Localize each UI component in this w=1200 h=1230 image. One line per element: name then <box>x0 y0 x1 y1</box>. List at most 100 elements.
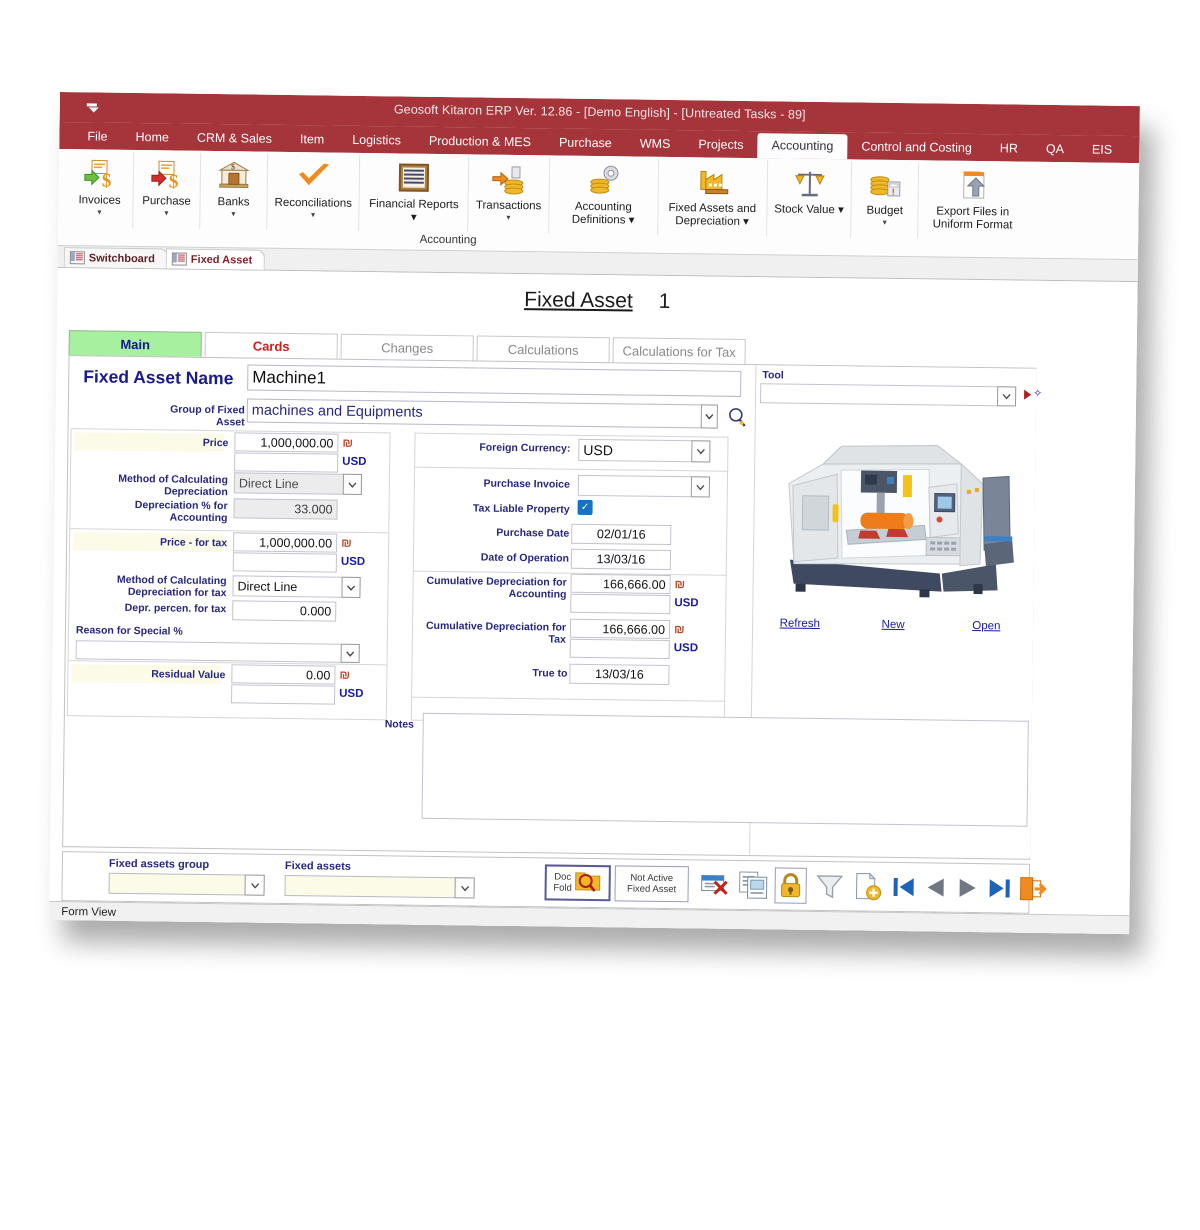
ribbon-tab-production-mes[interactable]: Production & MES <box>415 129 545 156</box>
first-record-icon[interactable] <box>888 869 918 905</box>
ribbon-tab-home[interactable]: Home <box>121 125 183 151</box>
foreign-currency-value: USD <box>583 441 614 459</box>
filter-icon[interactable] <box>812 868 846 904</box>
ribbon-tab-logistics[interactable]: Logistics <box>338 128 415 154</box>
purchase-date-input[interactable]: 02/01/16 <box>571 523 672 546</box>
fixed-assets-group-label: Fixed assets group <box>108 857 210 872</box>
fixed-assets-select[interactable] <box>284 875 475 899</box>
date-of-operation-input[interactable]: 13/03/16 <box>570 548 672 571</box>
ribbon-tab-control-costing[interactable]: Control and Costing <box>847 134 986 161</box>
not-active-label: Not Active Fixed Asset <box>626 872 677 896</box>
cum-depr-tax-fx-input[interactable] <box>569 638 670 660</box>
chevron-down-icon[interactable] <box>244 874 265 896</box>
chevron-down-icon[interactable]: ▾ <box>883 217 887 226</box>
residual-value-fx-currency: USD <box>339 687 364 701</box>
cum-depr-tax-input[interactable]: 166,666.00 <box>569 618 671 640</box>
ribbon-button-transactions[interactable]: Transactions ▾ <box>468 156 550 234</box>
tool-select[interactable] <box>759 383 1017 407</box>
chevron-down-icon[interactable]: ▾ <box>97 207 101 216</box>
next-record-icon[interactable] <box>952 870 982 906</box>
cum-depr-accounting-input[interactable]: 166,666.00 <box>570 573 671 595</box>
group-of-fixed-asset-input[interactable]: machines and Equipments <box>246 398 717 429</box>
residual-value-fx-input[interactable] <box>231 684 336 705</box>
chevron-down-icon[interactable] <box>454 877 475 899</box>
method-depreciation-select[interactable]: Direct Line <box>233 472 363 495</box>
open-link[interactable]: Open <box>940 620 1033 633</box>
asterisk-icon[interactable]: ✧ <box>1033 388 1042 400</box>
ribbon-button-stock-value[interactable]: Stock Value ▾ <box>766 160 853 238</box>
search-icon[interactable] <box>727 406 747 433</box>
foreign-currency-select[interactable]: USD <box>578 438 711 463</box>
ribbon-button-financial-reports[interactable]: Financial Reports ▾ <box>359 154 470 233</box>
ribbon-button-fixed-assets-depreciation[interactable]: Fixed Assets and Depreciation ▾ <box>657 158 768 237</box>
ribbon-button-label: Fixed Assets and Depreciation ▾ <box>668 201 757 228</box>
depr-percent-tax-label: Depr. percen. for tax <box>124 601 227 616</box>
price-input[interactable]: 1,000,000.00 <box>234 432 339 453</box>
price-for-tax-input[interactable]: 1,000,000.00 <box>233 532 338 553</box>
chevron-down-icon[interactable]: ▾ <box>164 208 168 217</box>
scales-icon <box>793 165 825 201</box>
ribbon-button-accounting-definitions[interactable]: Accounting Definitions ▾ <box>548 157 659 235</box>
lock-icon[interactable] <box>774 867 807 904</box>
ribbon-button-banks[interactable]: $ Banks ▾ <box>200 152 269 230</box>
doc-fold-button[interactable]: Doc Fold <box>544 864 611 902</box>
residual-value-input[interactable]: 0.00 <box>231 664 336 685</box>
chevron-down-icon[interactable] <box>700 404 718 429</box>
chevron-down-icon[interactable] <box>340 643 360 663</box>
delete-record-icon[interactable] <box>698 866 732 902</box>
ribbon-tab-classic-menu[interactable]: Classic Menu <box>1126 138 1140 164</box>
ribbon-tab-accounting[interactable]: Accounting <box>757 133 848 160</box>
reason-special-pct-select[interactable] <box>75 640 360 663</box>
price-for-tax-fx-input[interactable] <box>232 552 337 573</box>
ribbon-tab-hr[interactable]: HR <box>986 136 1032 162</box>
ribbon-button-invoices[interactable]: $ Invoices ▾ <box>66 151 135 228</box>
depreciation-pct-accounting-input[interactable]: 33.000 <box>233 498 338 520</box>
duplicate-record-icon[interactable] <box>736 867 770 903</box>
ribbon-tab-wms[interactable]: WMS <box>626 131 685 157</box>
group-of-fixed-asset-label: Group of Fixed Asset <box>170 403 245 429</box>
main-form-panel: Fixed Asset Name Machine1 Group of Fixed… <box>62 355 1042 860</box>
not-active-fixed-asset-button[interactable]: Not Active Fixed Asset <box>614 865 689 903</box>
true-to-input[interactable]: 13/03/16 <box>569 663 670 686</box>
ribbon-tab-purchase[interactable]: Purchase <box>545 130 626 156</box>
ribbon-button-budget[interactable]: ! Budget ▾ <box>851 161 920 239</box>
new-link[interactable]: New <box>846 618 939 631</box>
previous-record-icon[interactable] <box>920 869 950 905</box>
depr-percent-tax-input[interactable]: 0.000 <box>232 600 337 622</box>
purchase-invoice-select[interactable] <box>577 474 711 498</box>
cum-depr-accounting-fx-input[interactable] <box>570 593 671 615</box>
refresh-link[interactable]: Refresh <box>753 617 846 630</box>
last-record-icon[interactable] <box>984 870 1014 906</box>
ribbon-tab-qa[interactable]: QA <box>1032 137 1078 163</box>
notes-textarea[interactable] <box>421 712 1029 827</box>
ribbon-tab-file[interactable]: File <box>73 124 121 150</box>
method-depreciation-tax-select[interactable]: Direct Line <box>232 575 361 598</box>
ribbon-tab-crm-sales[interactable]: CRM & Sales <box>183 126 286 152</box>
asset-name-input[interactable]: Machine1 <box>247 364 742 397</box>
chevron-down-icon[interactable]: ▾ <box>231 209 235 218</box>
ribbon-button-purchase[interactable]: $ Purchase ▾ <box>133 151 202 229</box>
tool-action-links: Refresh New Open <box>753 617 1033 633</box>
chevron-down-icon[interactable]: ▾ <box>311 210 315 219</box>
chevron-down-icon[interactable] <box>341 576 361 598</box>
tax-liable-property-checkbox[interactable]: ✓ <box>577 499 593 516</box>
ribbon-button-reconciliations[interactable]: Reconciliations ▾ <box>267 153 361 231</box>
document-tab-switchboard[interactable]: Switchboard <box>63 247 168 269</box>
fixed-assets-group-select[interactable] <box>108 872 265 896</box>
ribbon-button-label: Reconciliations <box>274 196 352 210</box>
play-arrow-icon[interactable] <box>1024 389 1032 400</box>
new-record-icon[interactable] <box>850 868 884 904</box>
chevron-down-icon[interactable] <box>342 473 363 495</box>
ribbon-tab-projects[interactable]: Projects <box>684 132 757 158</box>
price-fx-input[interactable] <box>234 452 339 473</box>
cum-depr-accounting-label: Cumulative Depreciation for Accounting <box>426 574 567 601</box>
ribbon-button-export-files-uniform-format[interactable]: Export Files in Uniform Format <box>918 162 1027 239</box>
chevron-down-icon[interactable] <box>996 386 1017 407</box>
ribbon-tab-item[interactable]: Item <box>286 127 339 153</box>
chevron-down-icon[interactable]: ▾ <box>506 212 510 221</box>
exit-icon[interactable] <box>1016 871 1048 907</box>
chevron-down-icon[interactable] <box>690 476 711 498</box>
ribbon-tab-eis[interactable]: EIS <box>1078 137 1126 163</box>
chevron-down-icon[interactable] <box>691 440 711 463</box>
document-tab-fixed-asset[interactable]: Fixed Asset <box>165 248 266 270</box>
